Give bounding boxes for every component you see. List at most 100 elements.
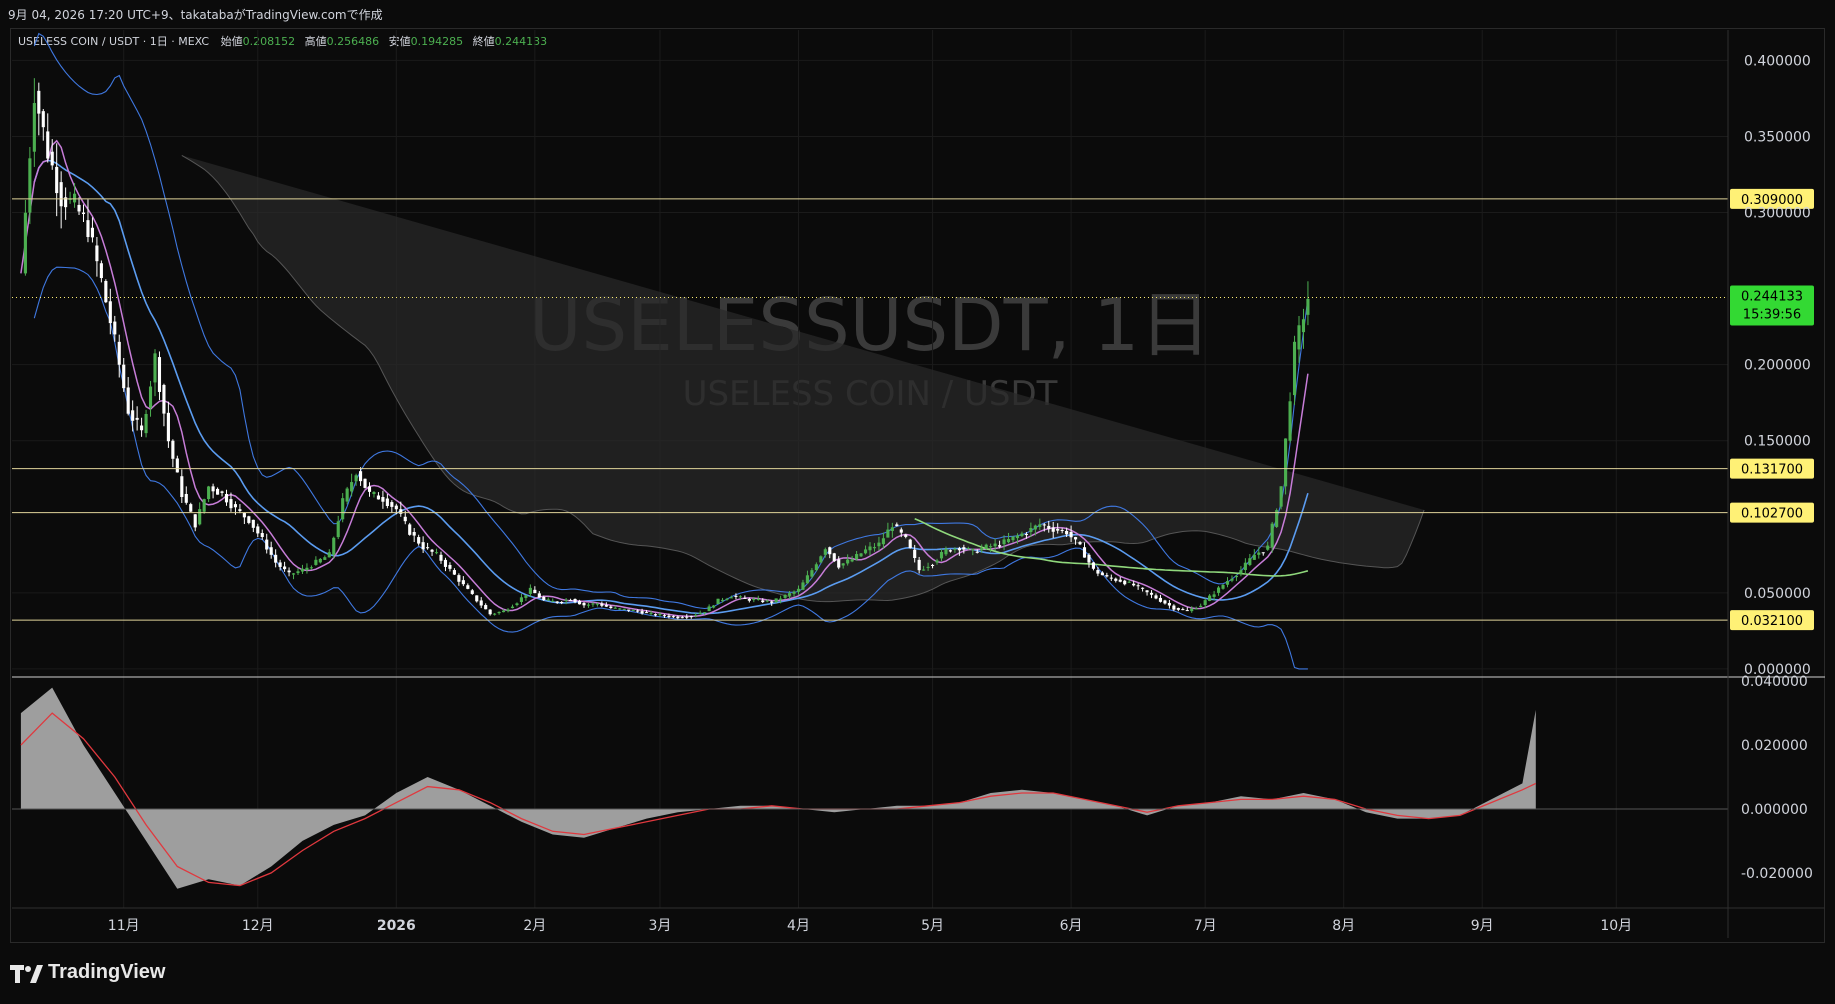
candle-body xyxy=(752,599,756,601)
candle-body xyxy=(1096,570,1100,574)
candle-body xyxy=(855,554,859,560)
candle-body xyxy=(939,552,944,559)
oscillator-pane xyxy=(12,676,1825,889)
legend-line: USELESS COIN / USDT · 1日 · MEXC 始値0.2081… xyxy=(18,34,547,48)
price-chart[interactable]: USELESSUSDT, 1日 USELESS COIN / USDT USEL… xyxy=(0,0,1835,1004)
candle-body xyxy=(367,486,372,492)
candle-body xyxy=(631,609,635,611)
candle-body xyxy=(1221,584,1225,589)
candle-body xyxy=(546,599,550,601)
x-tick-label: 11月 xyxy=(108,918,140,934)
candle-body xyxy=(604,605,608,607)
candle-body xyxy=(1203,600,1207,606)
candle-body xyxy=(756,598,760,600)
candle-body xyxy=(586,604,591,606)
candle-body xyxy=(1176,608,1180,610)
candle-body xyxy=(184,493,188,503)
candle-body xyxy=(814,564,818,571)
candle-body xyxy=(1006,538,1011,543)
y-tick-label: 0.350000 xyxy=(1744,129,1811,145)
candle-body xyxy=(274,554,278,563)
candle-body xyxy=(113,321,117,335)
candle-body xyxy=(1118,579,1122,582)
candle-body xyxy=(488,609,492,615)
y-tick-label: 0.050000 xyxy=(1744,586,1811,602)
candle-body xyxy=(810,570,814,577)
x-tick-label: 7月 xyxy=(1194,918,1217,934)
candle-body xyxy=(385,498,389,507)
candle-body xyxy=(712,605,716,608)
candle-body xyxy=(948,550,953,552)
candle-body xyxy=(569,599,573,601)
candle-body xyxy=(501,610,506,613)
candle-body xyxy=(519,597,524,602)
candle-body xyxy=(157,357,162,392)
legend-low-label: 安値 xyxy=(389,34,411,48)
candle-body xyxy=(354,475,358,482)
candle-body xyxy=(81,212,86,215)
current-price-value: 0.244133 xyxy=(1741,290,1803,305)
candle-body xyxy=(841,563,845,566)
candle-body xyxy=(984,544,988,549)
legend-low-value: 0.194285 xyxy=(411,35,464,48)
candle-body xyxy=(117,341,121,365)
x-tick-label: 8月 xyxy=(1332,918,1355,934)
candle-body xyxy=(1060,529,1064,531)
legend-open-value: 0.208152 xyxy=(243,35,296,48)
candle-body xyxy=(202,499,206,512)
candle-body xyxy=(716,598,720,605)
candle-body xyxy=(1127,581,1131,583)
candle-body xyxy=(1056,528,1060,531)
candle-body xyxy=(698,612,702,615)
candle-body xyxy=(761,600,765,603)
candle-body xyxy=(296,571,300,574)
candle-body xyxy=(774,598,778,602)
candle-body xyxy=(609,606,613,609)
candle-body xyxy=(828,547,832,555)
oscillator-tick-label: 0.040000 xyxy=(1741,674,1808,690)
x-tick-label: 2026 xyxy=(377,918,416,934)
candle-body xyxy=(23,212,27,274)
candle-body xyxy=(1190,608,1194,612)
candle-body xyxy=(613,607,617,609)
candle-body xyxy=(238,509,242,512)
level-tag-label: 0.102700 xyxy=(1741,507,1803,522)
candle-body xyxy=(104,281,108,303)
x-tick-label: 6月 xyxy=(1060,918,1083,934)
candle-body xyxy=(577,600,582,605)
candle-body xyxy=(148,386,153,408)
candle-body xyxy=(765,600,769,602)
candle-body xyxy=(332,537,336,555)
candle-body xyxy=(1024,534,1028,536)
candle-body xyxy=(881,538,885,545)
candle-body xyxy=(930,564,935,566)
candle-body xyxy=(175,458,179,473)
candle-body xyxy=(533,589,537,594)
candle-body xyxy=(1230,578,1234,581)
candle-body xyxy=(180,476,184,497)
candle-body xyxy=(1002,539,1006,545)
candle-body xyxy=(1042,524,1046,526)
candle-body xyxy=(207,486,211,500)
candle-body xyxy=(734,595,738,597)
candle-body xyxy=(573,598,577,603)
candle-body xyxy=(144,413,148,434)
candle-body xyxy=(850,559,854,562)
candle-body xyxy=(1029,528,1033,533)
candle-body xyxy=(1292,341,1297,396)
candle-body xyxy=(1051,527,1055,532)
oscillator-tick-label: -0.020000 xyxy=(1741,866,1813,882)
candle-body xyxy=(555,601,559,603)
candle-body xyxy=(890,527,894,531)
candle-body xyxy=(421,542,425,550)
candle-body xyxy=(694,614,698,616)
candle-body xyxy=(162,384,166,414)
candle-body xyxy=(653,614,658,616)
candle-body xyxy=(372,492,376,494)
candle-body xyxy=(1132,583,1136,586)
candle-body xyxy=(935,560,939,563)
candle-body xyxy=(99,263,103,279)
candle-body xyxy=(551,600,555,602)
candle-body xyxy=(877,542,881,547)
candle-body xyxy=(1145,590,1149,593)
